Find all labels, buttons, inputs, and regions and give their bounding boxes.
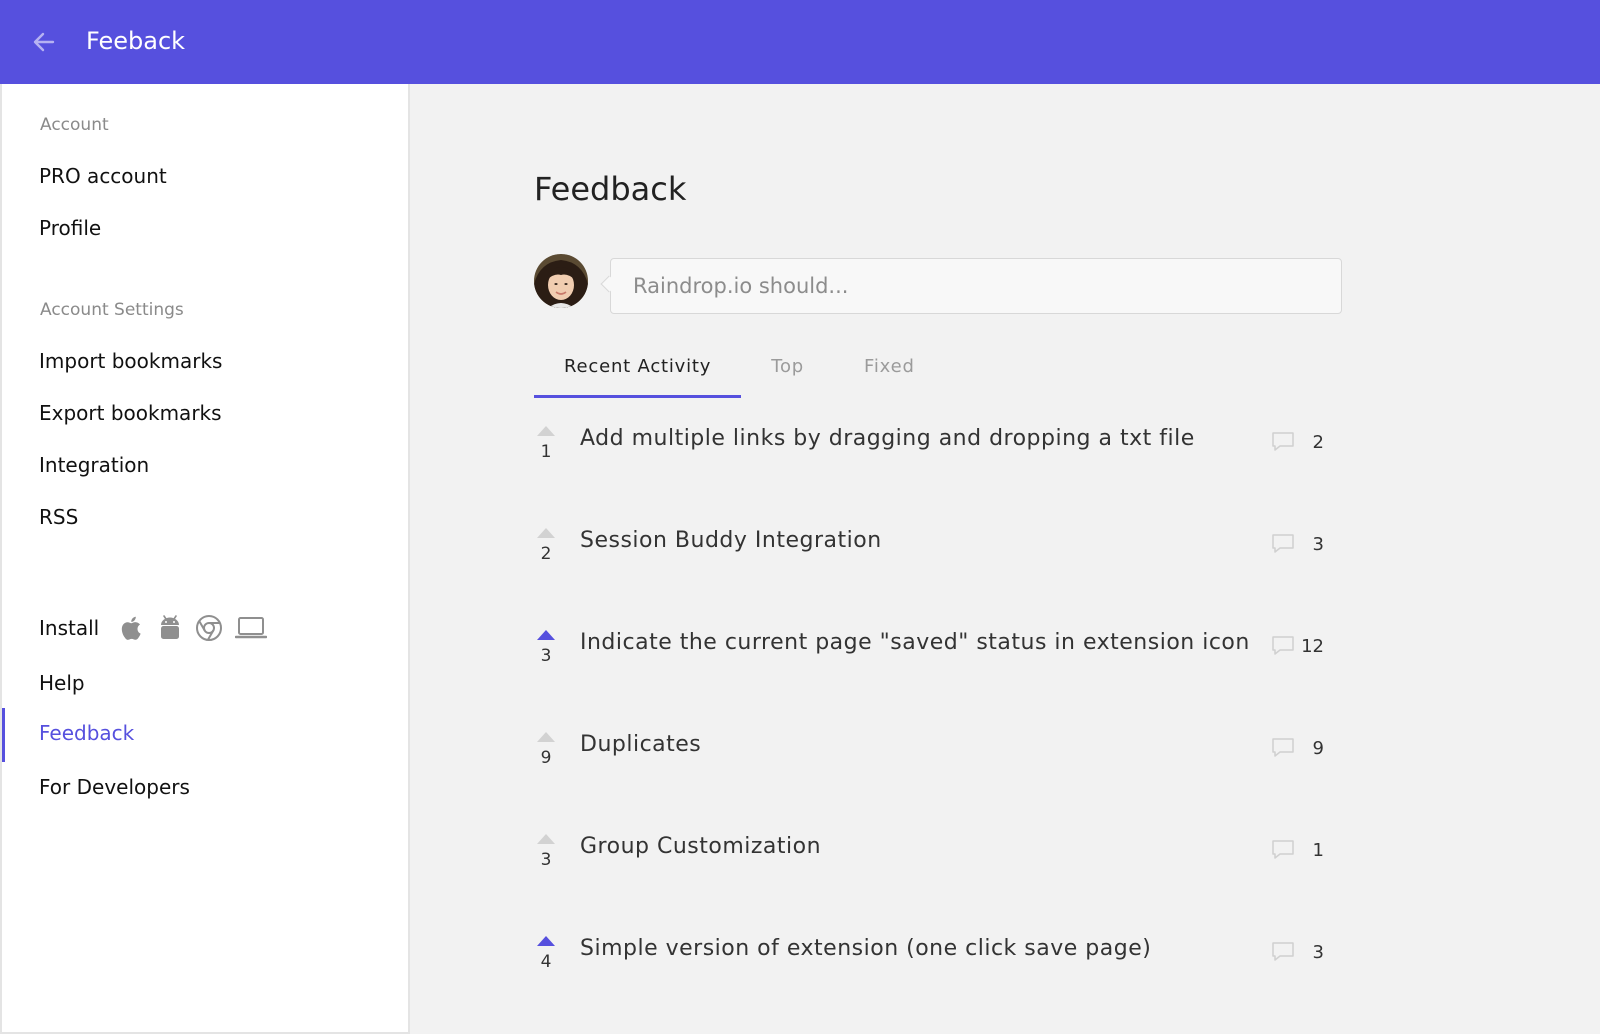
laptop-icon[interactable] xyxy=(235,615,268,641)
feedback-item: 9 Duplicates 9 xyxy=(534,730,1330,832)
upvote-button[interactable]: 3 xyxy=(534,628,558,688)
sidebar-section-account-settings: Account Settings xyxy=(40,300,184,320)
upvote-button[interactable]: 1 xyxy=(534,424,558,484)
feedback-list: 1 Add multiple links by dragging and dro… xyxy=(534,424,1330,1034)
comment-count: 1 xyxy=(1312,840,1324,861)
comment-count: 2 xyxy=(1312,432,1324,453)
comments-link[interactable]: 9 xyxy=(1270,734,1330,762)
sidebar-item-label: Import bookmarks xyxy=(39,349,223,373)
sidebar-item-pro-account[interactable]: PRO account xyxy=(2,151,408,201)
suggestion-input[interactable] xyxy=(610,258,1342,314)
vote-count: 2 xyxy=(540,544,552,564)
sidebar-section-account: Account xyxy=(40,115,109,135)
comments-link[interactable]: 3 xyxy=(1270,938,1330,966)
feedback-title[interactable]: Indicate the current page "saved" status… xyxy=(580,630,1250,655)
comments-link[interactable]: 2 xyxy=(1270,428,1330,456)
back-button[interactable] xyxy=(28,26,60,58)
comment-count: 12 xyxy=(1301,636,1324,657)
tab-fixed[interactable]: Fixed xyxy=(834,336,945,396)
feedback-item: 2 Session Buddy Integration 3 xyxy=(534,526,1330,628)
upvote-button[interactable]: 9 xyxy=(534,730,558,790)
comment-icon xyxy=(1272,840,1294,859)
comment-count: 9 xyxy=(1312,738,1324,759)
upvote-arrow-icon xyxy=(537,936,555,946)
sidebar-item-rss[interactable]: RSS xyxy=(2,492,408,542)
upvote-button[interactable]: 2 xyxy=(534,526,558,586)
sidebar-item-label: Integration xyxy=(39,453,150,477)
feedback-item: 3 Group Customization 1 xyxy=(534,832,1330,934)
upvote-button[interactable]: 3 xyxy=(534,832,558,892)
sidebar-item-import-bookmarks[interactable]: Import bookmarks xyxy=(2,336,408,386)
feedback-title[interactable]: Add multiple links by dragging and dropp… xyxy=(580,426,1195,451)
vote-count: 4 xyxy=(540,952,552,972)
upvote-arrow-icon xyxy=(537,630,555,640)
comment-icon xyxy=(1272,942,1294,961)
comment-count: 3 xyxy=(1312,942,1324,963)
sidebar-item-label: For Developers xyxy=(39,775,190,799)
sidebar-item-label: RSS xyxy=(39,505,79,529)
install-icons xyxy=(119,613,268,643)
suggestion-box xyxy=(600,258,1342,314)
sidebar-item-install: Install xyxy=(2,603,408,653)
arrow-left-icon xyxy=(33,32,55,52)
header-title: Feeback xyxy=(86,27,186,55)
comment-icon xyxy=(1272,534,1294,553)
sidebar-item-integration[interactable]: Integration xyxy=(2,440,408,490)
vote-count: 9 xyxy=(540,748,552,768)
sidebar-item-label: Install xyxy=(39,616,100,640)
feedback-title[interactable]: Duplicates xyxy=(580,732,701,757)
comments-link[interactable]: 12 xyxy=(1270,632,1330,660)
android-icon[interactable] xyxy=(157,613,183,643)
chrome-icon[interactable] xyxy=(195,614,223,642)
upvote-arrow-icon xyxy=(537,732,555,742)
feedback-title[interactable]: Session Buddy Integration xyxy=(580,528,882,553)
upvote-arrow-icon xyxy=(537,528,555,538)
vote-count: 1 xyxy=(540,442,552,462)
sidebar-item-label: Feedback xyxy=(39,721,135,745)
feedback-item: 1 Add multiple links by dragging and dro… xyxy=(534,424,1330,526)
upvote-button[interactable]: 4 xyxy=(534,934,558,994)
comment-count: 3 xyxy=(1312,534,1324,555)
tab-recent-activity[interactable]: Recent Activity xyxy=(534,336,742,398)
feedback-title[interactable]: Simple version of extension (one click s… xyxy=(580,936,1151,961)
feedback-tabs: Recent Activity Top Fixed xyxy=(534,336,945,398)
page-title: Feedback xyxy=(534,170,687,208)
feedback-item: 4 Simple version of extension (one click… xyxy=(534,934,1330,1034)
vote-count: 3 xyxy=(540,646,552,666)
upvote-arrow-icon xyxy=(537,426,555,436)
sidebar-item-label: PRO account xyxy=(39,164,167,188)
sidebar-item-export-bookmarks[interactable]: Export bookmarks xyxy=(2,388,408,438)
comments-link[interactable]: 1 xyxy=(1270,836,1330,864)
comments-link[interactable]: 3 xyxy=(1270,530,1330,558)
app-header: Feeback xyxy=(0,0,1600,84)
upvote-arrow-icon xyxy=(537,834,555,844)
avatar xyxy=(534,254,588,308)
sidebar-item-help[interactable]: Help xyxy=(2,658,408,708)
main-content: Feedback Recent Activity Top Fixed 1 Add xyxy=(410,84,1600,1034)
feedback-title[interactable]: Group Customization xyxy=(580,834,821,859)
sidebar-item-label: Export bookmarks xyxy=(39,401,222,425)
feedback-item: 3 Indicate the current page "saved" stat… xyxy=(534,628,1330,730)
comment-icon xyxy=(1272,636,1294,655)
sidebar-item-for-developers[interactable]: For Developers xyxy=(2,762,408,812)
sidebar-item-label: Profile xyxy=(39,216,102,240)
apple-icon[interactable] xyxy=(119,614,145,642)
tab-top[interactable]: Top xyxy=(741,336,834,396)
vote-count: 3 xyxy=(540,850,552,870)
comment-icon xyxy=(1272,738,1294,757)
sidebar-item-feedback[interactable]: Feedback xyxy=(2,708,408,762)
sidebar-item-profile[interactable]: Profile xyxy=(2,203,408,253)
sidebar-item-label: Help xyxy=(39,671,85,695)
sidebar: Account PRO account Profile Account Sett… xyxy=(0,84,410,1034)
comment-icon xyxy=(1272,432,1294,451)
